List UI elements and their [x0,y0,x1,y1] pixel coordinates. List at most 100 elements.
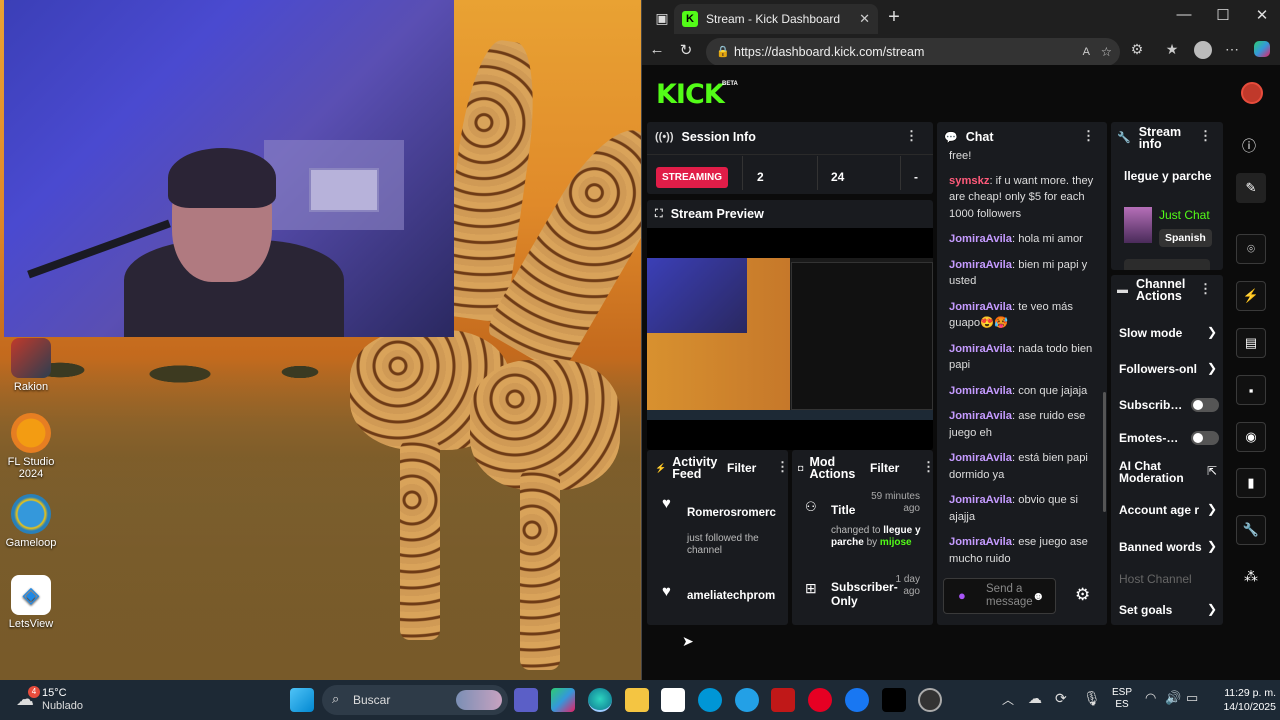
streaming-status-badge: STREAMING [656,167,728,188]
favorite-star-icon[interactable]: ☆ [1101,38,1112,66]
kick-logo[interactable]: KICK [656,79,725,110]
onedrive-icon[interactable]: ☁ [1028,690,1042,707]
chat-username[interactable]: JomiraAvila [949,259,1012,271]
copilot-taskbar-icon[interactable] [551,688,575,712]
chat-username[interactable]: JomiraAvila [949,385,1012,397]
stream-info-menu-icon[interactable]: ⋮ [1199,128,1212,144]
mcafee-icon[interactable] [771,688,795,712]
desktop-icon-flstudio[interactable]: FL Studio 2024 [0,413,67,480]
new-tab-button[interactable]: + [882,6,906,29]
activity-feed-menu-icon[interactable]: ⋮ [776,459,788,475]
chat-username[interactable]: JomiraAvila [949,343,1012,355]
chat-username[interactable]: JomiraAvila [949,536,1012,548]
hp-icon[interactable] [698,688,722,712]
app-icon[interactable] [735,688,759,712]
category-thumbnail [1124,207,1152,243]
refresh-button[interactable]: ↻ [674,41,698,59]
teams-icon[interactable] [514,688,538,712]
minimize-button[interactable]: — [1164,6,1204,23]
chat-username[interactable]: symskz [949,175,989,187]
wrench-icon[interactable]: 🔧 [1236,515,1266,545]
obs-icon[interactable] [918,688,942,712]
browser-tab[interactable]: K Stream - Kick Dashboard ✕ [674,4,878,34]
activity-user[interactable]: ameliatechprom [687,590,780,602]
facebook-icon[interactable] [845,688,869,712]
emotes-only-toggle[interactable] [1191,431,1219,445]
mod-filter-button[interactable]: Filter [870,461,899,475]
detail-user[interactable]: mijose [880,537,912,548]
clock-time: 11:29 p. m. [1224,687,1276,699]
extensions-icon[interactable]: ⚙ [1126,41,1148,58]
channel-actions-menu-icon[interactable]: ⋮ [1199,281,1212,297]
url-field[interactable]: 🔒 https://dashboard.kick.com/stream A ☆ [706,38,1120,66]
tiktok-icon[interactable] [882,688,906,712]
weather-badge: 4 [28,686,40,698]
activity-filter-button[interactable]: Filter [727,461,756,475]
notes-icon[interactable]: ▤ [1236,328,1266,358]
search-icon: ⌕ [332,691,340,706]
language-indicator[interactable]: ESP ES [1112,687,1132,711]
session-info-menu-icon[interactable]: ⋮ [905,128,918,144]
user-avatar[interactable] [1241,82,1263,104]
pinterest-icon[interactable] [808,688,832,712]
microphone-icon[interactable]: ● [958,588,966,603]
profile-icon[interactable] [1192,41,1214,62]
store-icon[interactable] [661,688,685,712]
chat-settings-icon[interactable]: ⚙ [1075,585,1090,605]
tab-actions-icon[interactable]: ▣ [648,5,676,33]
read-aloud-icon[interactable]: A [1083,38,1090,66]
close-window-button[interactable]: ✕ [1242,6,1280,24]
desktop-icon-letsview[interactable]: ◈ LetsView [0,575,67,630]
favorites-icon[interactable]: ★ [1161,41,1183,58]
heart-icon: ♥ [662,495,671,512]
chat-icon[interactable]: ▪ [1236,375,1266,405]
layout-icon[interactable]: ⁂ [1244,568,1258,585]
back-button[interactable]: ← [645,41,669,58]
video-icon[interactable]: ▮ [1236,468,1266,498]
chat-username[interactable]: JomiraAvila [949,452,1012,464]
chat-username[interactable]: JomiraAvila [949,410,1012,422]
category-name[interactable]: Just Chat [1159,208,1219,222]
preview-icon: ⛶ [655,207,663,220]
info-icon[interactable]: ⓘ [1242,136,1256,156]
webcam-person-hair [168,148,276,208]
chat-username[interactable]: JomiraAvila [949,301,1012,313]
chat-text: free! [949,150,972,162]
chat-send-input[interactable]: ● Send a message ☻ [943,578,1056,614]
subscribers-only-toggle[interactable] [1191,398,1219,412]
desktop-icon-gameloop[interactable]: Gameloop [0,494,67,549]
more-menu-icon[interactable]: ⋯ [1221,41,1243,58]
weather-widget[interactable]: ☁ 4 15°C Nublado [14,686,124,714]
maximize-button[interactable]: ☐ [1203,6,1243,24]
chat-menu-icon[interactable]: ⋮ [1082,128,1095,144]
volume-icon[interactable]: 🔊 [1165,690,1181,706]
clock[interactable]: 11:29 p. m. 14/10/2025 [1206,686,1276,714]
broadcast-icon[interactable]: ◉ [1236,422,1266,452]
start-icon[interactable] [290,688,314,712]
edit-button-partial[interactable] [1124,259,1210,270]
chat-scrollbar[interactable] [1103,392,1106,512]
activity-user[interactable]: Romerosromerc [687,507,780,519]
stream-preview-video[interactable] [647,258,933,420]
sync-icon[interactable]: ⟳ [1055,690,1067,707]
edit-pencil-icon[interactable]: ✎ [1236,173,1266,203]
search-box[interactable]: ⌕ Buscar [322,685,508,715]
chat-username[interactable]: JomiraAvila [949,233,1012,245]
mic-tray-icon[interactable]: 🎙 [1083,690,1101,707]
battery-icon[interactable]: ▭ [1186,690,1198,706]
wifi-icon[interactable]: ◠ [1145,690,1156,706]
show-hidden-icons[interactable]: ︿ [1002,691,1014,708]
copilot-icon[interactable] [1251,41,1273,60]
lock-icon: 🔒 [716,46,730,58]
session-info-panel: ((•)) Session Info ⋮ STREAMING 2 24 - [647,122,933,194]
edge-icon[interactable] [588,688,612,712]
close-tab-icon[interactable]: ✕ [859,11,870,27]
emoji-icon[interactable]: ☻ [1032,589,1045,603]
chat-username[interactable]: JomiraAvila [949,494,1012,506]
lightning-icon[interactable]: ⚡ [1236,281,1266,311]
desktop-icon-rakion[interactable]: Rakion [0,338,67,393]
file-explorer-icon[interactable] [625,688,649,712]
channel-action-label: Subscrib… [1119,398,1183,412]
scan-icon[interactable]: ⌾ [1236,234,1266,264]
mod-actions-menu-icon[interactable]: ⋮ [922,459,933,475]
